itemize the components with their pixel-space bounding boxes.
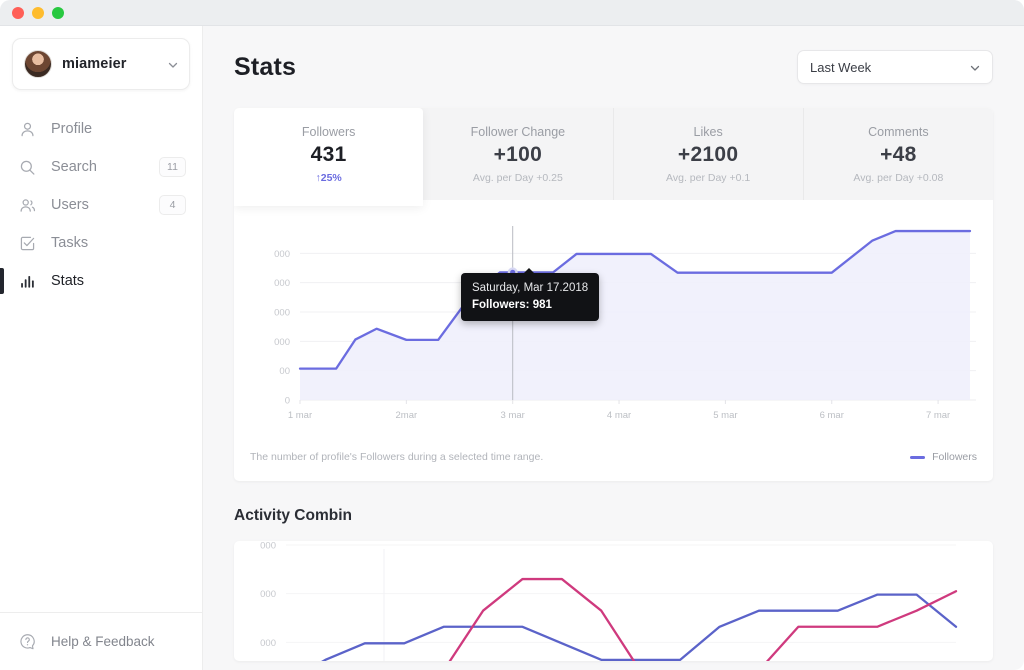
activity-card[interactable]: 000 000 000: [234, 541, 993, 661]
svg-text:000: 000: [274, 308, 290, 319]
maximize-window-button[interactable]: [52, 6, 64, 19]
svg-text:2mar: 2mar: [396, 410, 418, 421]
kpi-tab-likes[interactable]: Likes +2100 Avg. per Day +0.1: [614, 108, 804, 200]
svg-text:000: 000: [274, 337, 290, 348]
kpi-tabs: Followers 431 ↑25% Follower Change +100 …: [234, 108, 993, 206]
app-body: miameier Profile Search 11 Users 4 Tasks…: [0, 26, 1024, 670]
sidebar-nav: Profile Search 11 Users 4 Tasks Stats: [0, 110, 202, 300]
help-and-feedback-label: Help & Feedback: [51, 634, 155, 649]
chevron-down-icon: [167, 59, 178, 70]
sidebar-item-tasks[interactable]: Tasks: [0, 224, 202, 262]
legend-label-followers: Followers: [932, 451, 977, 463]
kpi-subtext: Avg. per Day +0.1: [666, 172, 751, 184]
chart-caption: The number of profile's Followers during…: [250, 451, 544, 463]
kpi-label: Follower Change: [470, 125, 566, 139]
sidebar-item-label: Profile: [51, 121, 93, 137]
legend-swatch-followers: [910, 455, 926, 459]
followers-card: Followers 431 ↑25% Follower Change +100 …: [234, 108, 993, 481]
tooltip-date: Saturday, Mar 17.2018: [472, 282, 589, 294]
app-window: miameier Profile Search 11 Users 4 Tasks…: [0, 0, 1024, 670]
sidebar-item-profile[interactable]: Profile: [0, 110, 202, 148]
time-range-value: Last Week: [810, 59, 872, 75]
svg-text:6 mar: 6 mar: [820, 410, 844, 421]
kpi-tab-followers[interactable]: Followers 431 ↑25%: [234, 108, 424, 206]
user-account-switcher[interactable]: miameier: [12, 38, 190, 90]
kpi-tab-comments[interactable]: Comments +48 Avg. per Day +0.08: [804, 108, 993, 200]
kpi-label: Followers: [301, 125, 356, 139]
svg-text:000: 000: [260, 638, 276, 649]
help-icon: [18, 632, 37, 651]
followers-chart-svg: 0000000000000001 mar 2mar 3 mar 4 mar 5 mar 6…: [274, 226, 976, 421]
kpi-value: +2100: [677, 143, 739, 166]
svg-text:000: 000: [260, 541, 276, 552]
time-range-select[interactable]: Last Week: [797, 50, 993, 84]
help-and-feedback-button[interactable]: Help & Feedback: [0, 612, 202, 670]
users-icon: [18, 196, 37, 215]
kpi-label: Comments: [868, 125, 929, 139]
sidebar-item-label: Stats: [51, 273, 85, 289]
svg-text:7 mar: 7 mar: [926, 410, 950, 421]
user-icon: [18, 120, 37, 139]
sidebar-item-label: Search: [51, 159, 97, 175]
sidebar-item-stats[interactable]: Stats: [0, 262, 202, 300]
sidebar: miameier Profile Search 11 Users 4 Tasks…: [0, 26, 203, 670]
sidebar-item-search[interactable]: Search 11: [0, 148, 202, 186]
kpi-label: Likes: [693, 125, 723, 139]
svg-text:0: 0: [285, 396, 290, 407]
page-header: Stats Last Week: [234, 26, 993, 84]
bar-chart-icon: [18, 272, 37, 291]
kpi-value: +48: [880, 143, 917, 166]
sidebar-badge-search: 11: [159, 157, 186, 177]
svg-text:000: 000: [274, 249, 290, 260]
tooltip-value: Followers: 981: [472, 298, 552, 311]
svg-text:4 mar: 4 mar: [607, 410, 631, 421]
activity-chart-svg: 000 000 000: [260, 541, 958, 661]
kpi-value: +100: [493, 143, 543, 166]
kpi-value: 431: [310, 143, 347, 166]
window-titlebar: [0, 0, 1024, 26]
svg-text:00: 00: [279, 366, 290, 377]
sidebar-item-users[interactable]: Users 4: [0, 186, 202, 224]
svg-text:000: 000: [260, 589, 276, 600]
sidebar-badge-users: 4: [159, 195, 186, 215]
checkbox-icon: [18, 234, 37, 253]
chart-legend: Followers: [910, 451, 977, 463]
followers-chart[interactable]: 0 00 000 000 000 000 1 mar 2mar 3 mar 4 mar 5 mar 6…: [234, 200, 993, 441]
activity-section-title: Activity Combin: [234, 507, 352, 524]
kpi-delta: ↑25%: [315, 172, 342, 184]
svg-text:5 mar: 5 mar: [713, 410, 737, 421]
kpi-subtext: Avg. per Day +0.25: [472, 172, 563, 184]
kpi-subtext: Avg. per Day +0.08: [853, 172, 944, 184]
page-title: Stats: [234, 52, 297, 81]
kpi-tab-follower-change[interactable]: Follower Change +100 Avg. per Day +0.25: [423, 108, 614, 200]
chart-footer: The number of profile's Followers during…: [234, 441, 993, 481]
minimize-window-button[interactable]: [32, 6, 44, 19]
user-name: miameier: [62, 56, 127, 72]
avatar: [24, 50, 52, 78]
sidebar-item-label: Tasks: [51, 235, 89, 251]
svg-text:000: 000: [274, 278, 290, 289]
svg-text:1 mar: 1 mar: [288, 410, 312, 421]
search-icon: [18, 158, 37, 177]
chart-tooltip: Saturday, Mar 17.2018 Followers: 981: [461, 267, 600, 322]
svg-text:3 mar: 3 mar: [501, 410, 525, 421]
close-window-button[interactable]: [12, 6, 24, 19]
sidebar-item-label: Users: [51, 197, 89, 213]
chevron-down-icon: [969, 62, 980, 73]
main-content: Stats Last Week Followers 431 ↑25% Follo…: [203, 26, 1024, 670]
active-indicator: [0, 268, 4, 294]
